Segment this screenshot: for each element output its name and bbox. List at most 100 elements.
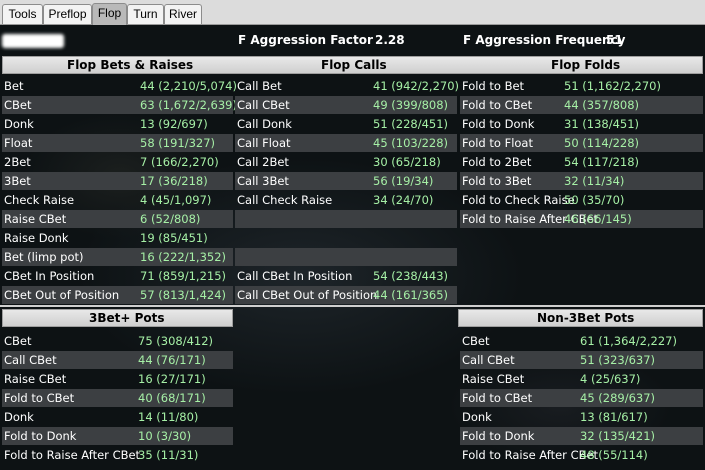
folds-label: Fold to Float xyxy=(462,136,533,150)
tab-preflop[interactable]: Preflop xyxy=(43,4,92,24)
three-bet-pots-row-cbet: CBet 75 (308/412) xyxy=(2,332,233,350)
non-three-bet-pots-value: 51 (323/637) xyxy=(580,353,656,367)
bets-raises-value: 13 (92/697) xyxy=(140,117,208,131)
calls-row-call-float: Call Float 45 (103/228) xyxy=(235,134,457,152)
bets-raises-value: 57 (813/1,424) xyxy=(140,288,227,302)
calls-row-call-2bet: Call 2Bet 30 (65/218) xyxy=(235,153,457,171)
tab-river[interactable]: River xyxy=(164,4,202,24)
non-three-bet-pots-row-call-cbet: Call CBet 51 (323/637) xyxy=(460,351,703,369)
aggression-factor-label: F Aggression Factor xyxy=(238,33,373,47)
calls-value: 41 (942/2,270) xyxy=(373,79,460,93)
three-bet-pots-label: Raise CBet xyxy=(4,372,67,386)
folds-value: 31 (138/451) xyxy=(564,117,640,131)
calls-value: 54 (238/443) xyxy=(373,269,449,283)
bets-raises-row-bet: Bet 44 (2,210/5,074) xyxy=(2,77,237,95)
bets-raises-row-cbet: CBet 63 (1,672/2,639) xyxy=(2,96,237,114)
non-three-bet-pots-row-fold-to-raise-after-cbet: Fold to Raise After CBet 48 (55/114) xyxy=(460,446,703,464)
folds-value: 50 (35/70) xyxy=(564,193,625,207)
folds-row-fold-to-donk: Fold to Donk 31 (138/451) xyxy=(460,115,703,133)
calls-label: Call 2Bet xyxy=(237,155,289,169)
folds-row-fold-to-2bet: Fold to 2Bet 54 (117/218) xyxy=(460,153,703,171)
bets-raises-row-bet-limp-pot: Bet (limp pot) 16 (222/1,352) xyxy=(2,248,233,266)
bets-raises-label: 2Bet xyxy=(4,155,31,169)
folds-value: 44 (357/808) xyxy=(564,98,640,112)
calls-label: Call 3Bet xyxy=(237,174,289,188)
flop-folds-title: Flop Folds xyxy=(551,58,621,72)
tab-tools[interactable]: Tools xyxy=(2,4,43,24)
folds-value: 54 (117/218) xyxy=(564,155,640,169)
calls-row-call-check-raise: Call Check Raise 34 (24/70) xyxy=(235,191,457,209)
bets-raises-label: CBet Out of Position xyxy=(4,288,120,302)
bets-raises-row-3bet: 3Bet 17 (36/218) xyxy=(2,172,233,190)
non-three-bet-pots-row-fold-to-donk: Fold to Donk 32 (135/421) xyxy=(460,427,703,445)
bets-raises-value: 16 (222/1,352) xyxy=(140,250,227,264)
calls-label: Call Donk xyxy=(237,117,292,131)
folds-label: Fold to CBet xyxy=(462,98,533,112)
folds-label: Fold to 3Bet xyxy=(462,174,532,188)
calls-label: Call CBet In Position xyxy=(237,269,353,283)
aggression-factor-value: 2.28 xyxy=(375,33,405,47)
bets-raises-label: Bet xyxy=(4,79,24,93)
three-bet-pots-row-donk: Donk 14 (11/80) xyxy=(2,408,233,426)
bets-raises-row-cbet-in-position: CBet In Position 71 (859/1,215) xyxy=(2,267,233,285)
calls-row-call-cbet: Call CBet 49 (399/808) xyxy=(235,96,457,114)
three-bet-pots-label: CBet xyxy=(4,334,32,348)
folds-label: Fold to Check Raise xyxy=(462,193,575,207)
calls-value: 44 (161/365) xyxy=(373,288,449,302)
non-three-bet-pots-header: Non-3Bet Pots xyxy=(458,309,703,327)
non-three-bet-pots-row-raise-cbet: Raise CBet 4 (25/637) xyxy=(460,370,703,388)
flop-calls-title: Flop Calls xyxy=(321,58,387,72)
three-bet-pots-title: 3Bet+ Pots xyxy=(89,311,165,325)
calls-row-call-3bet: Call 3Bet 56 (19/34) xyxy=(235,172,457,190)
non-three-bet-pots-label: Raise CBet xyxy=(462,372,525,386)
non-three-bet-pots-value: 13 (81/617) xyxy=(580,410,648,424)
bets-raises-label: Raise CBet xyxy=(4,212,67,226)
three-bet-pots-value: 40 (68/171) xyxy=(138,391,206,405)
non-three-bet-pots-value: 61 (1,364/2,227) xyxy=(580,334,677,348)
non-three-bet-pots-row-donk: Donk 13 (81/617) xyxy=(460,408,703,426)
calls-label: Call Bet xyxy=(237,79,282,93)
aggression-frequency-value: 51 xyxy=(606,33,623,47)
bets-raises-value: 71 (859/1,215) xyxy=(140,269,227,283)
calls-row-call-donk: Call Donk 51 (228/451) xyxy=(235,115,457,133)
folds-row-fold-to-bet: Fold to Bet 51 (1,162/2,270) xyxy=(460,77,703,95)
three-bet-pots-value: 75 (308/412) xyxy=(138,334,214,348)
calls-row-call-cbet-out-of-position: Call CBet Out of Position 44 (161/365) xyxy=(235,286,457,304)
redacted-player-name xyxy=(2,34,64,48)
non-three-bet-pots-label: Fold to Raise After CBet xyxy=(462,448,599,462)
non-three-bet-pots-value: 32 (135/421) xyxy=(580,429,656,443)
calls-label: Call Check Raise xyxy=(237,193,333,207)
calls-row-empty-9 xyxy=(235,248,457,266)
calls-label: Call CBet xyxy=(237,98,290,112)
bets-raises-value: 17 (36/218) xyxy=(140,174,208,188)
non-three-bet-pots-row-fold-to-cbet: Fold to CBet 45 (289/637) xyxy=(460,389,703,407)
bets-raises-label: Check Raise xyxy=(4,193,75,207)
bets-raises-value: 4 (45/1,097) xyxy=(140,193,212,207)
three-bet-pots-label: Donk xyxy=(4,410,34,424)
folds-row-fold-to-raise-after-cbet: Fold to Raise After CBet 46 (66/145) xyxy=(460,210,703,228)
bets-raises-row-donk: Donk 13 (92/697) xyxy=(2,115,233,133)
tab-turn[interactable]: Turn xyxy=(127,4,164,24)
non-three-bet-pots-label: CBet xyxy=(462,334,490,348)
calls-label: Call CBet Out of Position xyxy=(237,288,378,302)
three-bet-pots-value: 35 (11/31) xyxy=(138,448,199,462)
folds-label: Fold to Donk xyxy=(462,117,535,131)
calls-value: 51 (228/451) xyxy=(373,117,449,131)
three-bet-pots-value: 16 (27/171) xyxy=(138,372,206,386)
bets-raises-row-float: Float 58 (191/327) xyxy=(2,134,233,152)
calls-row-empty-8 xyxy=(235,229,457,247)
non-three-bet-pots-row-cbet: CBet 61 (1,364/2,227) xyxy=(460,332,703,350)
bets-raises-label: CBet In Position xyxy=(4,269,95,283)
bets-raises-label: 3Bet xyxy=(4,174,31,188)
calls-label: Call Float xyxy=(237,136,291,150)
flop-section-header: Flop Bets & Raises Flop Calls Flop Folds xyxy=(2,56,703,74)
non-three-bet-pots-value: 4 (25/637) xyxy=(580,372,641,386)
non-three-bet-pots-value: 45 (289/637) xyxy=(580,391,656,405)
bets-raises-value: 6 (52/808) xyxy=(140,212,201,226)
tab-flop[interactable]: Flop xyxy=(92,3,127,25)
calls-value: 49 (399/808) xyxy=(373,98,449,112)
bets-raises-value: 58 (191/327) xyxy=(140,136,216,150)
folds-row-fold-to-3bet: Fold to 3Bet 32 (11/34) xyxy=(460,172,703,190)
three-bet-pots-row-fold-to-cbet: Fold to CBet 40 (68/171) xyxy=(2,389,233,407)
calls-row-call-bet: Call Bet 41 (942/2,270) xyxy=(235,77,460,95)
